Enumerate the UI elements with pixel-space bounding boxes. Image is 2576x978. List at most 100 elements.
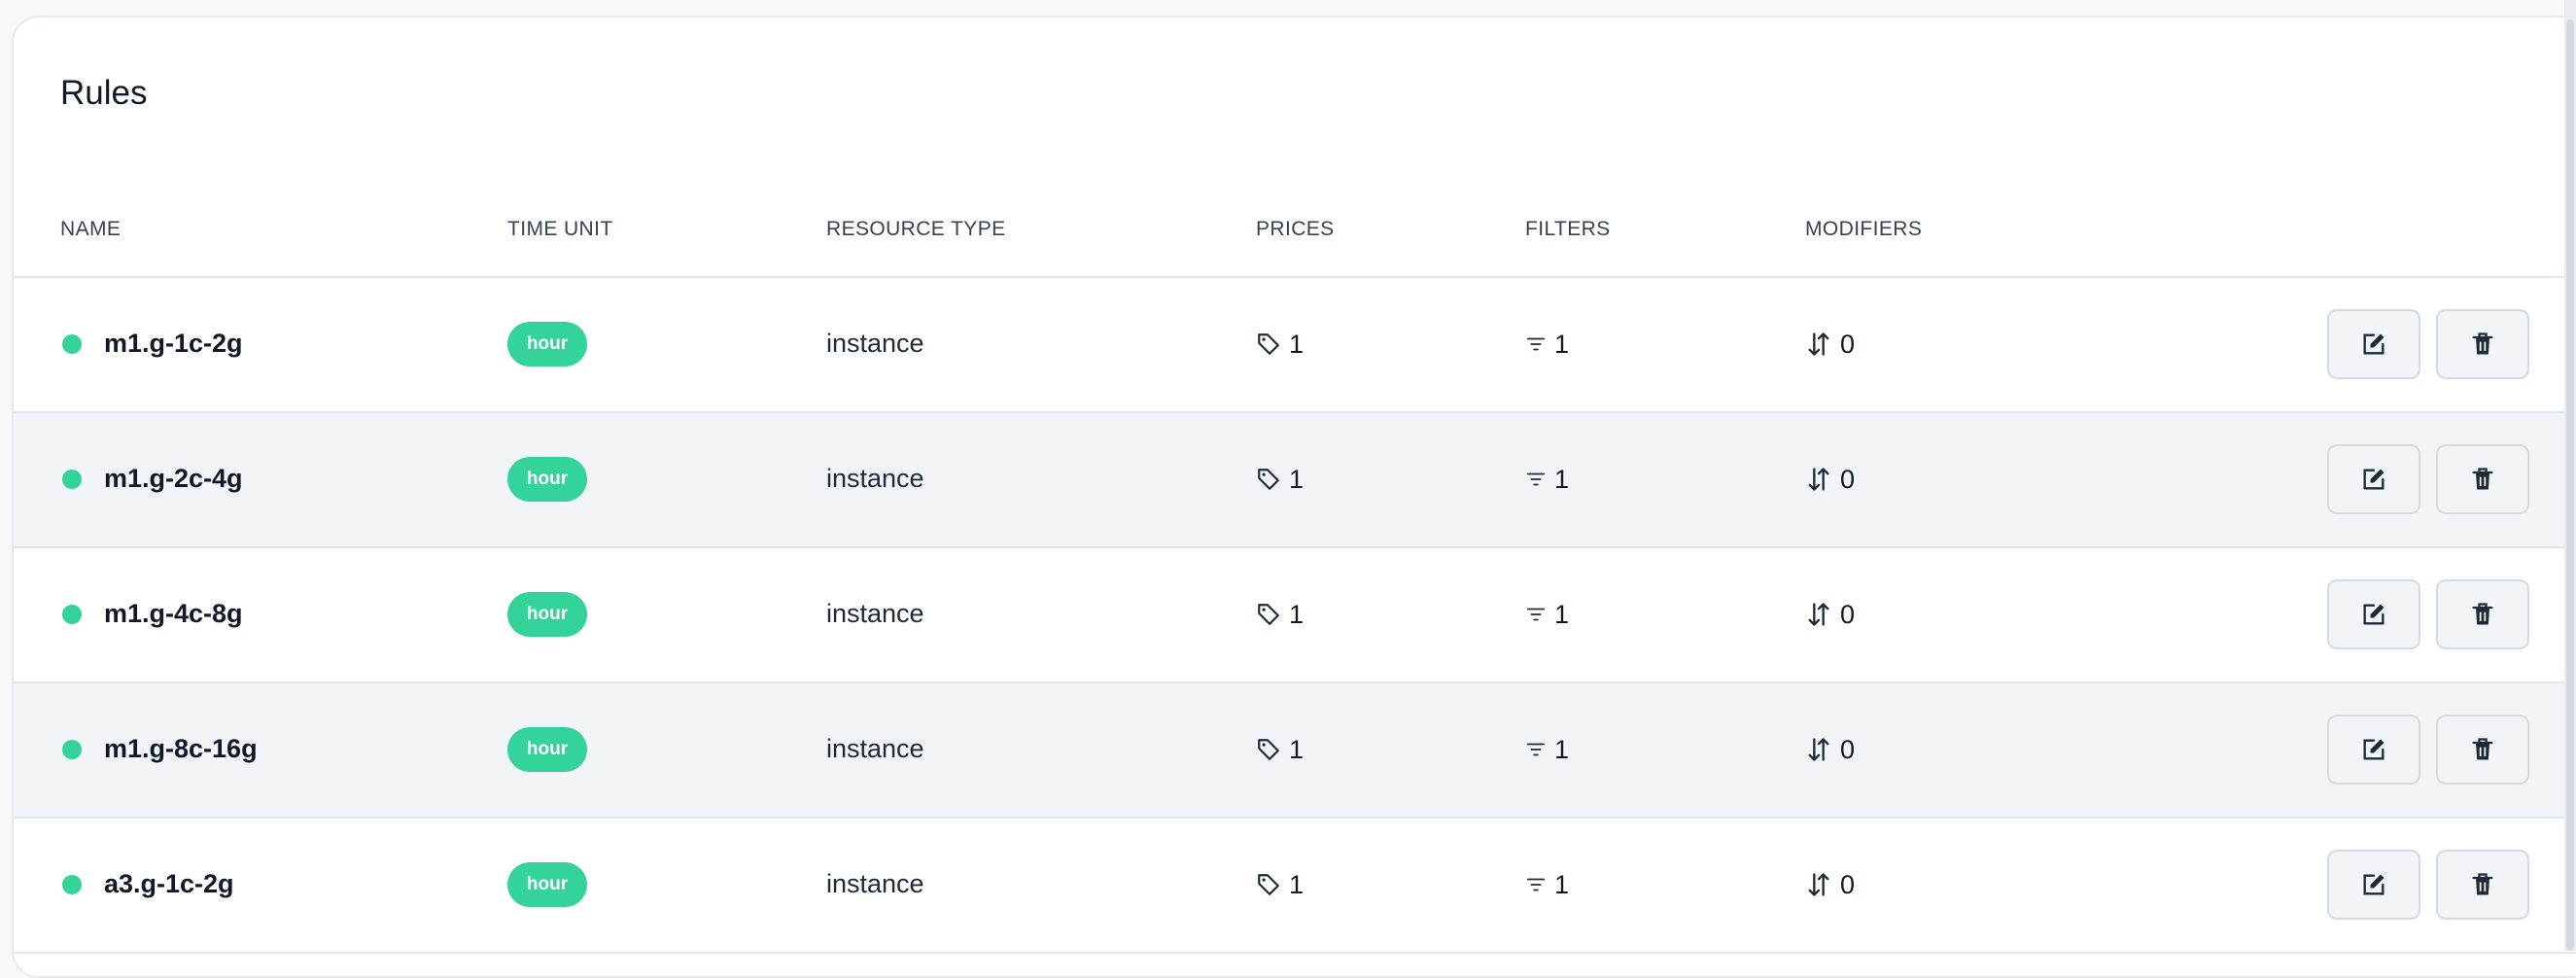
- filters-count: 1: [1525, 867, 1569, 902]
- filters-count: 1: [1525, 732, 1569, 767]
- prices-value: 1: [1289, 869, 1305, 899]
- filters-value: 1: [1554, 734, 1570, 764]
- time-unit-badge: hour: [507, 862, 587, 907]
- sort-arrows-icon: [1808, 738, 1829, 761]
- modifiers-value: 0: [1840, 869, 1856, 899]
- resource-type: instance: [826, 599, 924, 628]
- resource-type: instance: [826, 329, 924, 358]
- filter-icon: [1526, 608, 1546, 621]
- column-header-resource-type: RESOURCE TYPE: [826, 218, 1006, 240]
- edit-button[interactable]: [2327, 715, 2420, 785]
- filters-value: 1: [1554, 464, 1570, 494]
- filters-value: 1: [1554, 599, 1570, 629]
- table-row[interactable]: a3.g-1c-2g hour instance 1 1 0: [14, 819, 2576, 954]
- prices-count: 1: [1256, 327, 1304, 362]
- modifiers-count: 0: [1805, 732, 1855, 767]
- trash-icon: [2472, 738, 2493, 760]
- edit-icon: [2363, 739, 2385, 760]
- column-header-time-unit: TIME UNIT: [507, 218, 613, 240]
- tag-icon: [1258, 333, 1279, 355]
- column-header-name: NAME: [60, 218, 122, 240]
- prices-value: 1: [1289, 329, 1305, 359]
- time-unit-badge: hour: [507, 727, 587, 772]
- status-dot-icon: [62, 334, 82, 354]
- filter-icon: [1526, 878, 1546, 891]
- scrollbar-thumb[interactable]: [2566, 19, 2574, 951]
- prices-value: 1: [1289, 599, 1305, 629]
- sort-arrows-icon: [1808, 332, 1829, 356]
- delete-button[interactable]: [2436, 309, 2529, 379]
- tag-icon: [1258, 739, 1279, 760]
- filters-value: 1: [1554, 869, 1570, 899]
- trash-icon: [2472, 603, 2493, 625]
- table-row[interactable]: m1.g-2c-4g hour instance 1 1 0: [14, 413, 2576, 548]
- modifiers-count: 0: [1805, 867, 1855, 902]
- modifiers-value: 0: [1840, 599, 1856, 629]
- column-header-prices: PRICES: [1256, 218, 1335, 240]
- status-dot-icon: [62, 740, 82, 759]
- prices-count: 1: [1256, 597, 1304, 632]
- edit-button[interactable]: [2327, 579, 2420, 649]
- resource-type: instance: [826, 734, 924, 763]
- rule-name[interactable]: a3.g-1c-2g: [104, 869, 234, 899]
- trash-icon: [2472, 332, 2493, 355]
- edit-icon: [2363, 333, 2385, 355]
- time-unit-badge: hour: [507, 322, 587, 367]
- edit-button[interactable]: [2327, 309, 2420, 379]
- table-row[interactable]: m1.g-4c-8g hour instance 1 1 0: [14, 548, 2576, 683]
- modifiers-count: 0: [1805, 327, 1855, 362]
- filter-icon: [1526, 743, 1546, 756]
- delete-button[interactable]: [2436, 850, 2529, 920]
- tag-icon: [1258, 874, 1279, 895]
- vertical-scrollbar[interactable]: [2564, 0, 2576, 951]
- edit-button[interactable]: [2327, 444, 2420, 514]
- delete-button[interactable]: [2436, 444, 2529, 514]
- status-dot-icon: [62, 605, 82, 624]
- prices-count: 1: [1256, 867, 1304, 902]
- filters-value: 1: [1554, 329, 1570, 359]
- column-header-filters: FILTERS: [1525, 218, 1611, 240]
- status-dot-icon: [62, 470, 82, 489]
- filter-icon: [1526, 472, 1546, 486]
- page-title: Rules: [60, 74, 148, 112]
- filters-count: 1: [1525, 462, 1569, 497]
- resource-type: instance: [826, 869, 924, 898]
- modifiers-count: 0: [1805, 462, 1855, 497]
- table-row[interactable]: m1.g-1c-2g hour instance 1 1 0: [14, 278, 2576, 413]
- rule-name[interactable]: m1.g-8c-16g: [104, 734, 258, 764]
- modifiers-value: 0: [1840, 329, 1856, 359]
- sort-arrows-icon: [1808, 873, 1829, 896]
- filters-count: 1: [1525, 597, 1569, 632]
- rule-name[interactable]: m1.g-4c-8g: [104, 599, 243, 629]
- sort-arrows-icon: [1808, 603, 1829, 626]
- prices-value: 1: [1289, 734, 1305, 764]
- status-dot-icon: [62, 875, 82, 894]
- table-body: m1.g-1c-2g hour instance 1 1 0 m1.g-2c-4…: [14, 278, 2576, 954]
- table-header: NAME TIME UNIT RESOURCE TYPE PRICES FILT…: [14, 200, 2576, 278]
- delete-button[interactable]: [2436, 715, 2529, 785]
- trash-icon: [2472, 873, 2493, 895]
- table-row[interactable]: m1.g-8c-16g hour instance 1 1 0: [14, 683, 2576, 819]
- edit-icon: [2363, 469, 2385, 490]
- prices-count: 1: [1256, 732, 1304, 767]
- filters-count: 1: [1525, 327, 1569, 362]
- rules-card: Rules NAME TIME UNIT RESOURCE TYPE PRICE…: [12, 16, 2576, 978]
- edit-button[interactable]: [2327, 850, 2420, 920]
- prices-count: 1: [1256, 462, 1304, 497]
- tag-icon: [1258, 604, 1279, 625]
- delete-button[interactable]: [2436, 579, 2529, 649]
- filter-icon: [1526, 337, 1546, 351]
- sort-arrows-icon: [1808, 468, 1829, 491]
- rule-name[interactable]: m1.g-2c-4g: [104, 464, 243, 494]
- edit-icon: [2363, 604, 2385, 625]
- resource-type: instance: [826, 464, 924, 493]
- prices-value: 1: [1289, 464, 1305, 494]
- modifiers-value: 0: [1840, 464, 1856, 494]
- time-unit-badge: hour: [507, 592, 587, 637]
- rule-name[interactable]: m1.g-1c-2g: [104, 329, 243, 359]
- column-header-modifiers: MODIFIERS: [1805, 218, 1923, 240]
- tag-icon: [1258, 469, 1279, 490]
- modifiers-value: 0: [1840, 734, 1856, 764]
- time-unit-badge: hour: [507, 457, 587, 502]
- edit-icon: [2363, 874, 2385, 895]
